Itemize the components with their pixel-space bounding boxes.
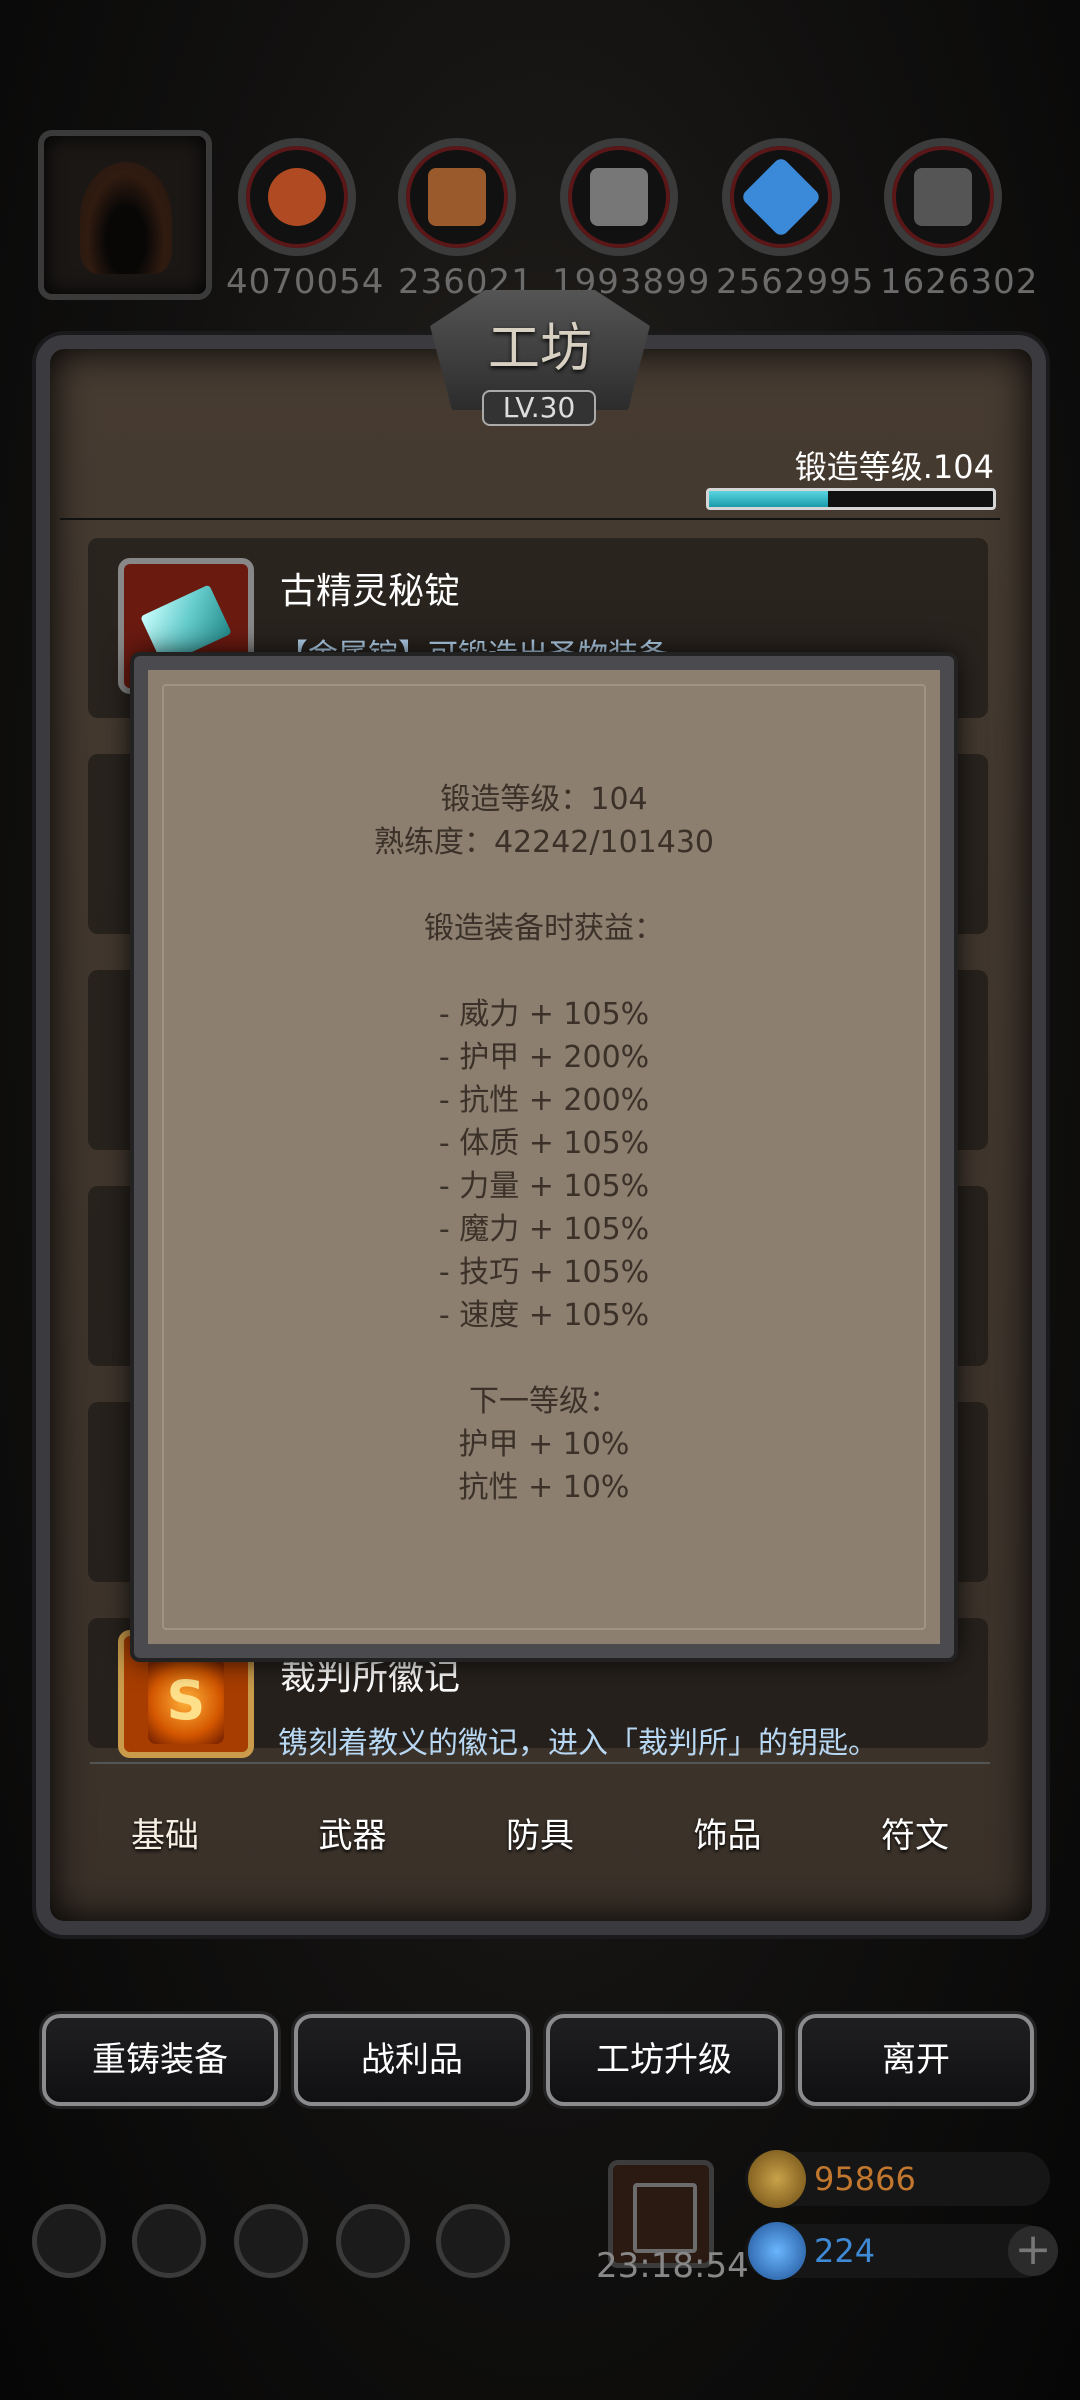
tab-accessory[interactable]: 饰品 bbox=[643, 1808, 813, 1857]
popup-line: 抗性 + 10% bbox=[458, 1470, 630, 1505]
popup-line: - 魔力 + 105% bbox=[438, 1212, 650, 1247]
popup-line: - 速度 + 105% bbox=[438, 1298, 650, 1333]
popup-line: 下一等级： bbox=[469, 1384, 619, 1419]
page-title: 工坊 bbox=[487, 319, 592, 379]
forge-progress-fill bbox=[709, 491, 829, 507]
steel-resource-icon[interactable] bbox=[884, 138, 1002, 256]
popup-line: - 抗性 + 200% bbox=[438, 1083, 650, 1118]
leather-count: 4070054 bbox=[226, 262, 385, 302]
popup-line: - 护甲 + 200% bbox=[438, 1040, 650, 1075]
popup-line: - 体质 + 105% bbox=[438, 1126, 650, 1161]
gold-amount: 95866 bbox=[814, 2160, 916, 2198]
item-desc: 镌刻着教义的徽记，进入「裁判所」的钥匙。 bbox=[278, 1726, 878, 1761]
popup-line bbox=[148, 864, 940, 907]
popup-line bbox=[148, 1337, 940, 1380]
tab-weapon[interactable]: 武器 bbox=[268, 1808, 438, 1857]
map-icon[interactable] bbox=[234, 2204, 308, 2278]
tab-armor[interactable]: 防具 bbox=[455, 1808, 625, 1857]
popup-line: 熟练度：42242/101430 bbox=[373, 825, 715, 860]
gem-amount: 224 bbox=[814, 2232, 876, 2270]
popup-line bbox=[148, 950, 940, 993]
crystal-count: 2562995 bbox=[716, 262, 875, 302]
tab-divider bbox=[90, 1762, 990, 1764]
shop-icon[interactable] bbox=[436, 2204, 510, 2278]
popup-line: 护甲 + 10% bbox=[458, 1427, 630, 1462]
popup-line: 锻造装备时获益： bbox=[424, 911, 664, 946]
popup-line: 锻造等级：104 bbox=[440, 782, 648, 817]
tab-rune[interactable]: 符文 bbox=[830, 1808, 1000, 1857]
reforge-button[interactable]: 重铸装备 bbox=[42, 2014, 278, 2106]
tab-basic[interactable]: 基础 bbox=[80, 1808, 250, 1857]
iron-resource-icon[interactable] bbox=[560, 138, 678, 256]
forge-info-popup[interactable]: 锻造等级：104 熟练度：42242/101430 锻造装备时获益： - 威力 +… bbox=[134, 656, 954, 1658]
gem-icon bbox=[748, 2222, 806, 2280]
leave-button[interactable]: 离开 bbox=[798, 2014, 1034, 2106]
loot-button[interactable]: 战利品 bbox=[294, 2014, 530, 2106]
divider bbox=[60, 518, 1000, 520]
mail-icon[interactable] bbox=[336, 2204, 410, 2278]
popup-line: - 威力 + 105% bbox=[438, 997, 650, 1032]
item-name: 古精灵秘锭 bbox=[280, 571, 461, 612]
category-tabs: 基础 武器 防具 饰品 符文 bbox=[80, 1808, 1000, 1857]
forge-progress-bar[interactable] bbox=[706, 488, 996, 510]
hooded-figure-icon bbox=[80, 162, 172, 274]
player-avatar[interactable] bbox=[38, 130, 212, 300]
popup-line: - 技巧 + 105% bbox=[438, 1255, 650, 1290]
gold-coin-icon bbox=[748, 2150, 806, 2208]
settings-icon[interactable] bbox=[32, 2204, 106, 2278]
timer-text: 23:18:54 bbox=[596, 2246, 749, 2286]
workshop-level-badge: LV.30 bbox=[482, 390, 596, 426]
add-currency-button[interactable]: + bbox=[1008, 2226, 1058, 2276]
ingot-icon bbox=[140, 584, 232, 666]
seal-icon: S bbox=[148, 1658, 224, 1744]
wood-resource-icon[interactable] bbox=[398, 138, 516, 256]
leather-resource-icon[interactable] bbox=[238, 138, 356, 256]
crystal-resource-icon[interactable] bbox=[722, 138, 840, 256]
upgrade-workshop-button[interactable]: 工坊升级 bbox=[546, 2014, 782, 2106]
popup-line: - 力量 + 105% bbox=[438, 1169, 650, 1204]
popup-text: 锻造等级：104 熟练度：42242/101430 锻造装备时获益： - 威力 +… bbox=[148, 778, 940, 1509]
achievement-icon[interactable] bbox=[132, 2204, 206, 2278]
steel-count: 1626302 bbox=[880, 262, 1039, 302]
forge-level-label: 锻造等级.104 bbox=[794, 448, 994, 486]
